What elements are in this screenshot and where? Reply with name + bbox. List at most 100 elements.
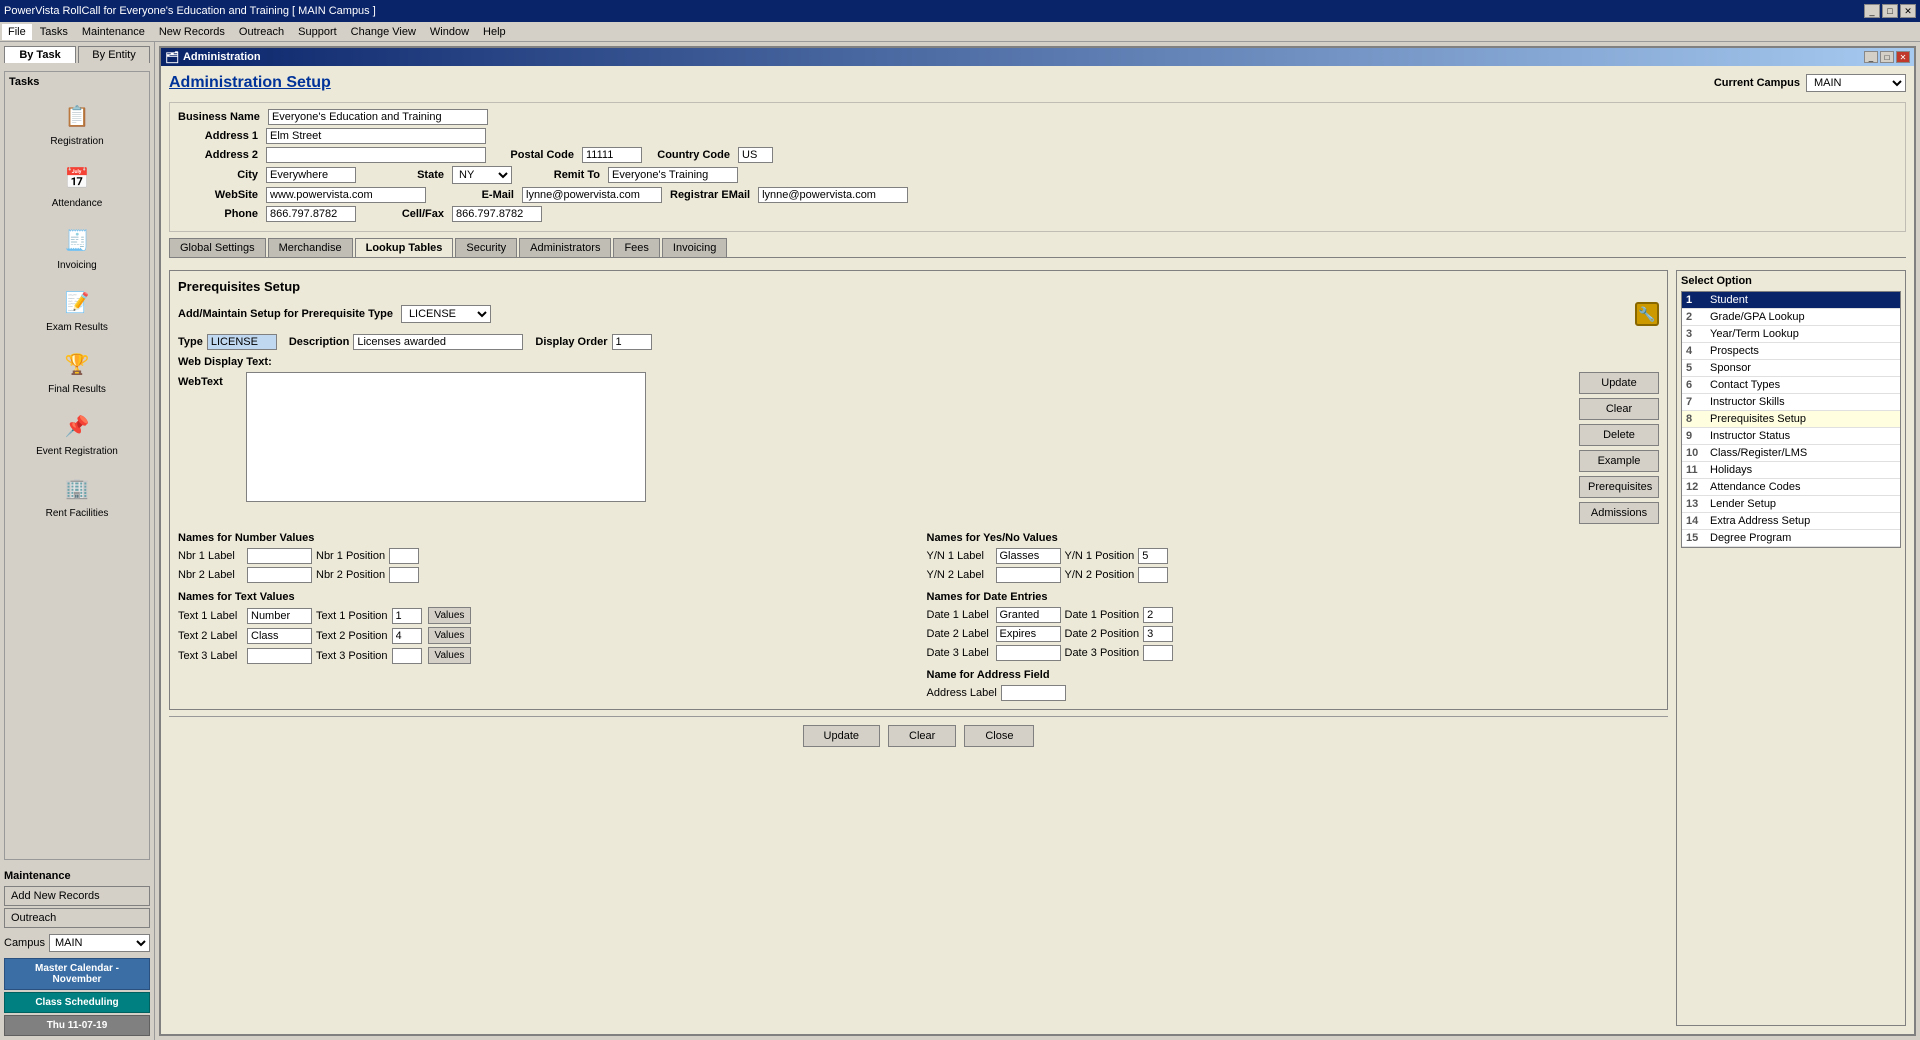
text3-values-btn[interactable]: Values bbox=[428, 647, 472, 664]
menu-change-view[interactable]: Change View bbox=[345, 24, 422, 40]
text2-input[interactable] bbox=[247, 628, 312, 644]
sidebar-item-rent-facilities[interactable]: 🏢 Rent Facilities bbox=[9, 464, 145, 526]
select-item-student[interactable]: 1 Student bbox=[1682, 292, 1900, 309]
yn1-pos-input[interactable] bbox=[1138, 548, 1168, 564]
phone-input[interactable] bbox=[266, 206, 356, 222]
text2-pos-input[interactable] bbox=[392, 628, 422, 644]
sidebar-item-registration[interactable]: 📋 Registration bbox=[9, 92, 145, 154]
date3-pos-input[interactable] bbox=[1143, 645, 1173, 661]
select-item-instructor-skills[interactable]: 7 Instructor Skills bbox=[1682, 394, 1900, 411]
menu-support[interactable]: Support bbox=[292, 24, 343, 40]
yn2-pos-input[interactable] bbox=[1138, 567, 1168, 583]
sidebar-item-event-registration[interactable]: 📌 Event Registration bbox=[9, 402, 145, 464]
tab-security[interactable]: Security bbox=[455, 238, 517, 257]
display-order-input[interactable] bbox=[612, 334, 652, 350]
tab-fees[interactable]: Fees bbox=[613, 238, 659, 257]
description-input[interactable] bbox=[353, 334, 523, 350]
tab-global-settings[interactable]: Global Settings bbox=[169, 238, 266, 257]
update-btn[interactable]: Update bbox=[1579, 372, 1659, 394]
maximize-btn[interactable]: □ bbox=[1882, 4, 1898, 18]
minimize-btn[interactable]: _ bbox=[1864, 4, 1880, 18]
type-field-input[interactable] bbox=[207, 334, 277, 350]
select-item-contact-types[interactable]: 6 Contact Types bbox=[1682, 377, 1900, 394]
close-btn[interactable]: ✕ bbox=[1900, 4, 1916, 18]
current-campus-select[interactable]: MAIN bbox=[1806, 74, 1906, 92]
sidebar-item-final-results[interactable]: 🏆 Final Results bbox=[9, 340, 145, 402]
class-scheduling-btn[interactable]: Class Scheduling bbox=[4, 992, 150, 1013]
select-item-extra-address[interactable]: 14 Extra Address Setup bbox=[1682, 513, 1900, 530]
email-input[interactable] bbox=[522, 187, 662, 203]
select-item-class-register-lms[interactable]: 10 Class/Register/LMS bbox=[1682, 445, 1900, 462]
sidebar-item-invoicing[interactable]: 🧾 Invoicing bbox=[9, 216, 145, 278]
menu-file[interactable]: File bbox=[2, 24, 32, 40]
type-select[interactable]: LICENSE bbox=[401, 305, 491, 323]
select-item-degree-program[interactable]: 15 Degree Program bbox=[1682, 530, 1900, 547]
text3-input[interactable] bbox=[247, 648, 312, 664]
yn1-input[interactable] bbox=[996, 548, 1061, 564]
select-item-grade-gpa[interactable]: 2 Grade/GPA Lookup bbox=[1682, 309, 1900, 326]
menu-tasks[interactable]: Tasks bbox=[34, 24, 74, 40]
text3-pos-input[interactable] bbox=[392, 648, 422, 664]
remit-to-input[interactable] bbox=[608, 167, 738, 183]
nbr1-input[interactable] bbox=[247, 548, 312, 564]
nbr2-pos-input[interactable] bbox=[389, 567, 419, 583]
bottom-close-btn[interactable]: Close bbox=[964, 725, 1034, 747]
tab-by-task[interactable]: By Task bbox=[4, 46, 76, 63]
webtext-input[interactable] bbox=[246, 372, 646, 502]
win-restore-btn[interactable]: □ bbox=[1880, 51, 1894, 63]
date1-pos-input[interactable] bbox=[1143, 607, 1173, 623]
select-item-sponsor[interactable]: 5 Sponsor bbox=[1682, 360, 1900, 377]
prerequisites-btn[interactable]: Prerequisites bbox=[1579, 476, 1659, 498]
select-item-year-term[interactable]: 3 Year/Term Lookup bbox=[1682, 326, 1900, 343]
menu-new-records[interactable]: New Records bbox=[153, 24, 231, 40]
address1-input[interactable] bbox=[266, 128, 486, 144]
clear-action-btn[interactable]: Clear bbox=[1579, 398, 1659, 420]
select-item-attendance-codes[interactable]: 12 Attendance Codes bbox=[1682, 479, 1900, 496]
tab-administrators[interactable]: Administrators bbox=[519, 238, 611, 257]
address-label-input[interactable] bbox=[1001, 685, 1066, 701]
example-btn[interactable]: Example bbox=[1579, 450, 1659, 472]
add-new-records-btn[interactable]: Add New Records bbox=[4, 886, 150, 906]
sidebar-item-exam-results[interactable]: 📝 Exam Results bbox=[9, 278, 145, 340]
date3-input[interactable] bbox=[996, 645, 1061, 661]
website-input[interactable] bbox=[266, 187, 426, 203]
state-select[interactable]: NY bbox=[452, 166, 512, 184]
win-minimize-btn[interactable]: _ bbox=[1864, 51, 1878, 63]
date2-pos-input[interactable] bbox=[1143, 626, 1173, 642]
yn2-input[interactable] bbox=[996, 567, 1061, 583]
select-item-instructor-status[interactable]: 9 Instructor Status bbox=[1682, 428, 1900, 445]
address2-input[interactable] bbox=[266, 147, 486, 163]
outreach-btn[interactable]: Outreach bbox=[4, 908, 150, 928]
date2-input[interactable] bbox=[996, 626, 1061, 642]
admissions-btn[interactable]: Admissions bbox=[1579, 502, 1659, 524]
menu-window[interactable]: Window bbox=[424, 24, 475, 40]
tab-lookup-tables[interactable]: Lookup Tables bbox=[355, 238, 454, 257]
menu-maintenance[interactable]: Maintenance bbox=[76, 24, 151, 40]
postal-code-input[interactable] bbox=[582, 147, 642, 163]
text1-pos-input[interactable] bbox=[392, 608, 422, 624]
select-item-prerequisites-setup[interactable]: 8 Prerequisites Setup bbox=[1682, 411, 1900, 428]
bottom-clear-btn[interactable]: Clear bbox=[888, 725, 956, 747]
business-name-input[interactable] bbox=[268, 109, 488, 125]
delete-btn[interactable]: Delete bbox=[1579, 424, 1659, 446]
text2-values-btn[interactable]: Values bbox=[428, 627, 472, 644]
text1-input[interactable] bbox=[247, 608, 312, 624]
date1-input[interactable] bbox=[996, 607, 1061, 623]
menu-outreach[interactable]: Outreach bbox=[233, 24, 290, 40]
select-item-prospects[interactable]: 4 Prospects bbox=[1682, 343, 1900, 360]
sidebar-item-attendance[interactable]: 📅 Attendance bbox=[9, 154, 145, 216]
master-calendar-btn[interactable]: Master Calendar - November bbox=[4, 958, 150, 990]
select-item-holidays[interactable]: 11 Holidays bbox=[1682, 462, 1900, 479]
select-item-lender-setup[interactable]: 13 Lender Setup bbox=[1682, 496, 1900, 513]
menu-help[interactable]: Help bbox=[477, 24, 512, 40]
text1-values-btn[interactable]: Values bbox=[428, 607, 472, 624]
tab-invoicing[interactable]: Invoicing bbox=[662, 238, 727, 257]
nbr1-pos-input[interactable] bbox=[389, 548, 419, 564]
bottom-update-btn[interactable]: Update bbox=[803, 725, 880, 747]
country-code-input[interactable] bbox=[738, 147, 773, 163]
city-input[interactable] bbox=[266, 167, 356, 183]
win-close-btn[interactable]: ✕ bbox=[1896, 51, 1910, 63]
nbr2-input[interactable] bbox=[247, 567, 312, 583]
registrar-email-input[interactable] bbox=[758, 187, 908, 203]
tab-by-entity[interactable]: By Entity bbox=[78, 46, 150, 63]
